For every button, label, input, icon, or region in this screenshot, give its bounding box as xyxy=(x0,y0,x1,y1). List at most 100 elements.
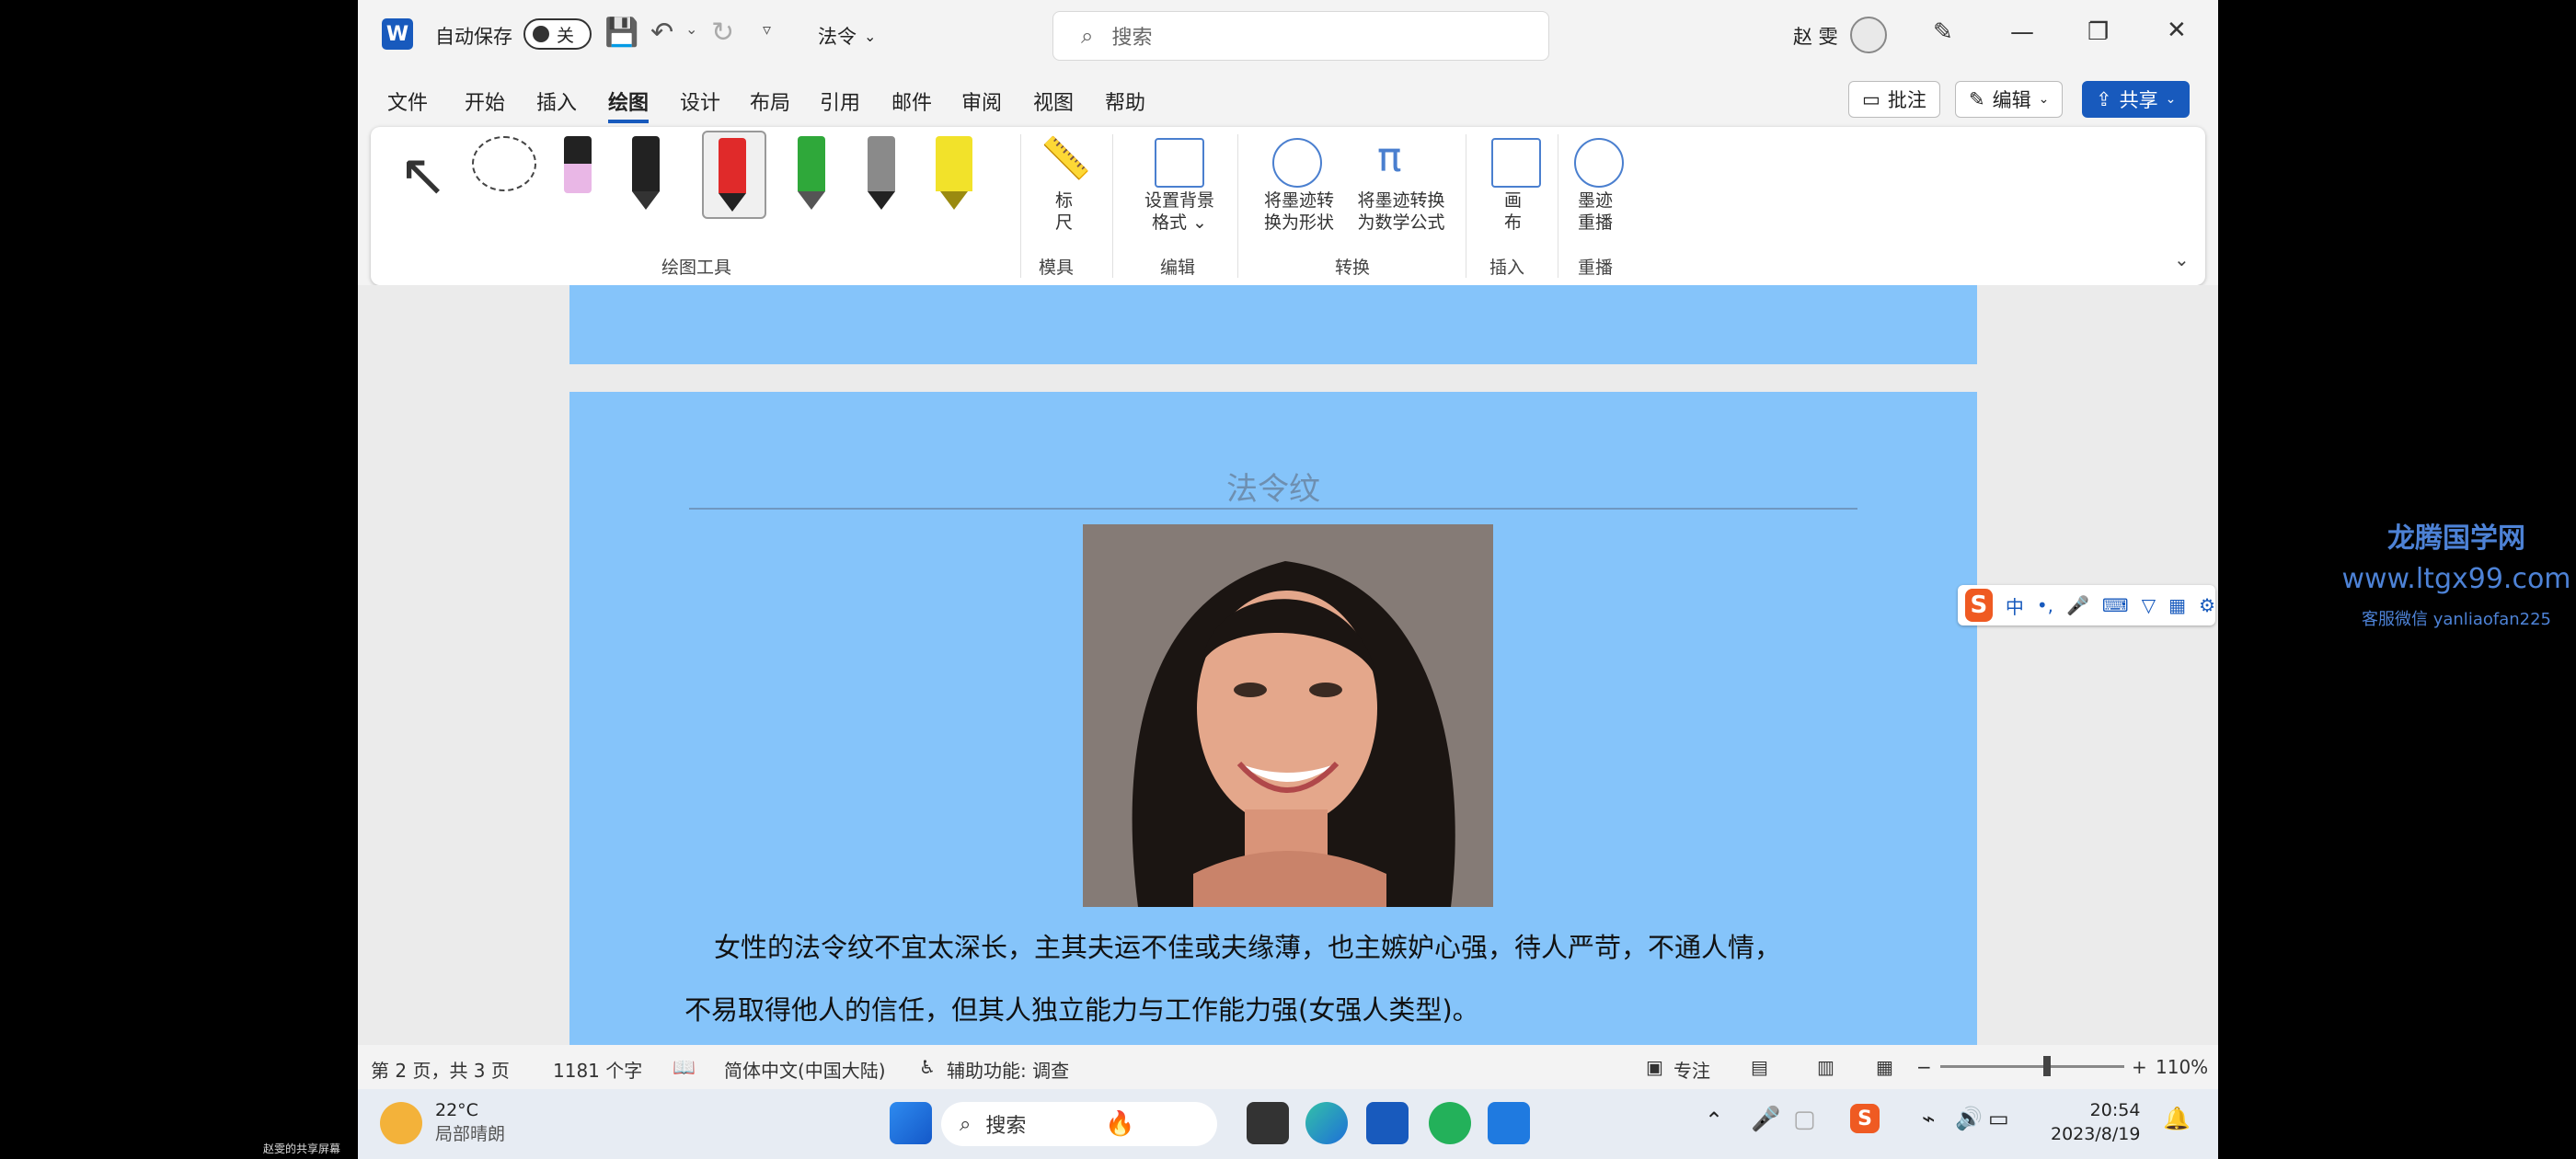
microphone-icon[interactable]: 🎤 xyxy=(1751,1106,1780,1133)
tab-layout[interactable]: 布局 xyxy=(750,86,790,116)
focus-mode[interactable]: 专注 xyxy=(1673,1056,1710,1083)
print-layout-icon[interactable]: ▥ xyxy=(1817,1056,1834,1078)
tab-help[interactable]: 帮助 xyxy=(1105,86,1145,116)
pen-3-icon-selected[interactable] xyxy=(702,131,766,219)
weather-icon[interactable] xyxy=(380,1102,422,1144)
title-bar: W 自动保存 关 💾 ↶ ⌄ ↻ ▿ 法令 ⌄ ⌕ 搜索 赵 雯 ✎ — ❐ ✕ xyxy=(358,0,2218,72)
ink-to-math-icon[interactable]: π xyxy=(1377,134,1402,181)
ink-to-shape-icon[interactable] xyxy=(1272,138,1322,188)
minimize-icon[interactable]: — xyxy=(2010,18,2034,46)
autosave-toggle[interactable]: 关 xyxy=(523,18,592,50)
pen-4-icon[interactable] xyxy=(798,136,825,210)
grid-background-icon[interactable] xyxy=(1155,138,1204,188)
system-clock[interactable]: 20:54 2023/8/19 xyxy=(2051,1098,2140,1146)
document-title[interactable]: 法令 ⌄ xyxy=(818,22,876,50)
voice-input-icon[interactable]: 🎤 xyxy=(2066,594,2089,616)
sogou-tray-icon[interactable]: S xyxy=(1850,1104,1880,1133)
pencil-icon[interactable] xyxy=(868,136,895,210)
volume-icon[interactable]: 🔊 xyxy=(1955,1106,1983,1131)
portrait-image[interactable] xyxy=(1083,524,1493,907)
ink-replay-label-1: 墨迹 xyxy=(1578,190,1614,211)
zoom-level[interactable]: 110% xyxy=(2156,1056,2208,1078)
document-heading[interactable]: 法令纹 xyxy=(569,464,1977,509)
settings-gear-icon[interactable]: ⚙ xyxy=(2199,594,2215,616)
comments-button[interactable]: ▭ 批注 xyxy=(1848,81,1940,118)
weather-widget[interactable]: 22°C 局部晴朗 xyxy=(435,1098,505,1146)
canvas-icon[interactable] xyxy=(1491,138,1541,188)
ribbon: ↖ 绘图工具 📏 标尺 模具 设置背景 格式 ⌄ 编辑 将墨迹转 换为形状 π … xyxy=(371,127,2205,285)
pen-1-icon[interactable] xyxy=(564,136,592,193)
notification-icon[interactable]: 🔔 xyxy=(2163,1106,2191,1131)
wechat-icon[interactable] xyxy=(1429,1102,1471,1144)
lasso-select-icon[interactable] xyxy=(472,136,536,191)
windows-taskbar: 22°C 局部晴朗 ⌕ 搜索 🔥 ⌃ 🎤 ▢ S ⌁ 🔊 ▭ 20:54 202… xyxy=(358,1089,2218,1159)
zoom-slider[interactable] xyxy=(1940,1056,2124,1076)
toolbox-icon[interactable]: ▦ xyxy=(2168,594,2186,616)
restore-icon[interactable]: ❐ xyxy=(2087,18,2109,46)
tab-view[interactable]: 视图 xyxy=(1033,86,1074,116)
word-taskbar-icon[interactable] xyxy=(1366,1102,1409,1144)
watermark-site-name: 龙腾国学网 xyxy=(2387,522,2525,555)
highlighter-icon[interactable] xyxy=(936,136,972,210)
tab-design[interactable]: 设计 xyxy=(680,86,720,116)
skin-icon[interactable]: ▽ xyxy=(2142,594,2156,616)
zoom-out-icon[interactable]: − xyxy=(1916,1056,1932,1078)
read-mode-icon[interactable]: ▤ xyxy=(1751,1056,1768,1078)
editing-button[interactable]: ✎ 编辑 ⌄ xyxy=(1955,81,2064,118)
tab-home[interactable]: 开始 xyxy=(465,86,505,116)
redo-icon[interactable]: ↻ xyxy=(711,17,734,49)
web-layout-icon[interactable]: ▦ xyxy=(1876,1056,1893,1078)
wifi-icon[interactable]: ⌁ xyxy=(1922,1106,1935,1131)
keyboard-icon[interactable]: ⌨ xyxy=(2102,594,2129,616)
pen-2-icon[interactable] xyxy=(632,136,660,210)
group-replay: 重播 xyxy=(1578,258,1614,278)
collapse-ribbon-icon[interactable]: ⌄ xyxy=(2174,248,2190,270)
tab-review[interactable]: 审阅 xyxy=(961,86,1002,116)
taskbar-search[interactable]: ⌕ 搜索 🔥 xyxy=(941,1102,1217,1146)
ime-toolbar[interactable]: S 中 •, 🎤 ⌨ ▽ ▦ ⚙ xyxy=(1958,585,2215,625)
save-icon[interactable]: 💾 xyxy=(604,17,638,49)
tab-references[interactable]: 引用 xyxy=(820,86,860,116)
undo-dropdown-icon[interactable]: ⌄ xyxy=(685,20,697,38)
select-cursor-icon[interactable]: ↖ xyxy=(398,142,448,210)
close-icon[interactable]: ✕ xyxy=(2167,17,2187,44)
undo-icon[interactable]: ↶ xyxy=(650,17,673,49)
ink-replay-icon[interactable] xyxy=(1574,138,1624,188)
proofing-icon[interactable]: 📖 xyxy=(673,1056,696,1078)
paragraph-line-2[interactable]: 不易取得他人的信任，但其人独立能力与工作能力强(女强人类型)。 xyxy=(684,992,1871,1028)
user-name[interactable]: 赵 雯 xyxy=(1793,22,1838,50)
editing-label: 编辑 xyxy=(1992,89,2031,111)
search-highlight-icon: 🔥 xyxy=(1105,1110,1135,1138)
avatar[interactable] xyxy=(1850,17,1887,53)
tray-app-icon[interactable]: ▢ xyxy=(1793,1106,1816,1133)
pen-icon[interactable]: ✎ xyxy=(1933,18,1953,46)
share-button[interactable]: ⇪ 共享 ⌄ xyxy=(2082,81,2191,118)
comments-label: 批注 xyxy=(1887,89,1926,111)
edge-browser-icon[interactable] xyxy=(1305,1102,1348,1144)
zoom-slider-thumb[interactable] xyxy=(2043,1056,2051,1076)
ime-mode[interactable]: 中 xyxy=(2006,592,2024,619)
word-count[interactable]: 1181 个字 xyxy=(553,1056,642,1083)
punctuation-icon[interactable]: •, xyxy=(2037,594,2053,616)
ruler-icon[interactable]: 📏 xyxy=(1041,134,1091,182)
weather-desc: 局部晴朗 xyxy=(435,1124,506,1144)
task-view-icon[interactable] xyxy=(1247,1102,1289,1144)
zoom-in-icon[interactable]: + xyxy=(2132,1056,2147,1078)
windows-start-icon[interactable] xyxy=(890,1102,932,1144)
group-drawing-tools: 绘图工具 xyxy=(661,258,732,278)
chevron-up-icon[interactable]: ⌃ xyxy=(1705,1107,1723,1133)
tab-file[interactable]: 文件 xyxy=(387,86,428,116)
tab-draw[interactable]: 绘图 xyxy=(608,86,650,123)
paragraph-line-1[interactable]: 女性的法令纹不宜太深长，主其夫运不佳或夫缘薄，也主嫉妒心强，待人严苛，不通人情， xyxy=(684,929,1871,966)
tab-insert[interactable]: 插入 xyxy=(536,86,577,116)
customize-toolbar-icon[interactable]: ▿ xyxy=(763,20,771,40)
page-info[interactable]: 第 2 页，共 3 页 xyxy=(371,1056,510,1083)
accessibility-status[interactable]: 辅助功能: 调查 xyxy=(947,1056,1069,1083)
language[interactable]: 简体中文(中国大陆) xyxy=(724,1056,886,1083)
autosave-state: 关 xyxy=(557,25,575,46)
battery-icon[interactable]: ▭ xyxy=(1988,1106,2009,1131)
search-input[interactable]: ⌕ 搜索 xyxy=(1052,11,1549,61)
meeting-app-icon[interactable] xyxy=(1488,1102,1530,1144)
document-canvas[interactable]: 法令纹 女性的法令纹不宜太深长，主其夫运不佳或夫缘薄，也主嫉妒心强，待人严苛，不… xyxy=(358,285,2218,1045)
tab-mailings[interactable]: 邮件 xyxy=(891,86,932,116)
